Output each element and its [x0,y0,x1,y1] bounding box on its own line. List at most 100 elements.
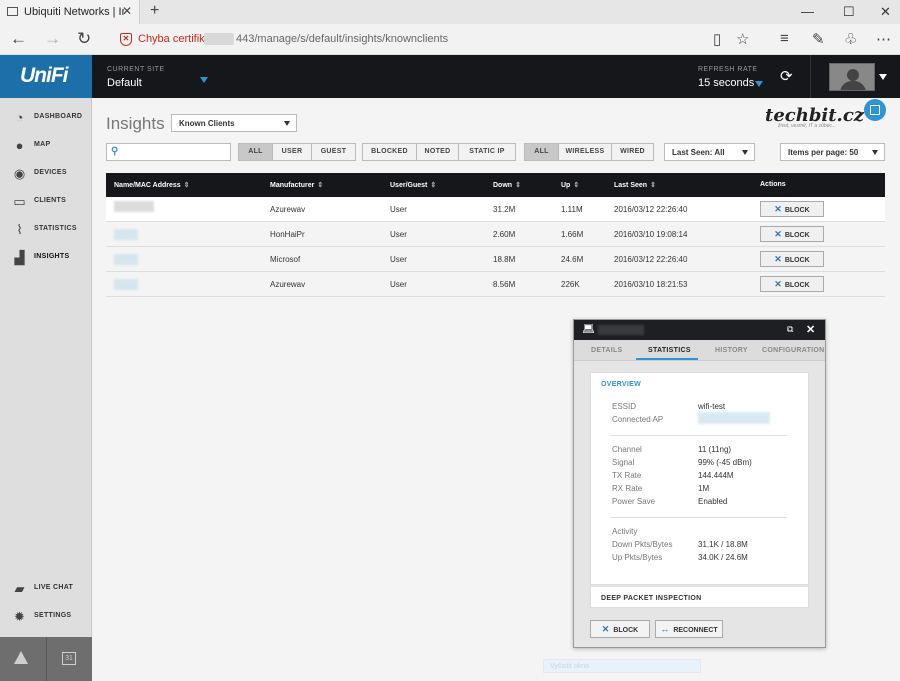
client-name-redacted [598,325,644,335]
alert-icon[interactable] [14,651,28,664]
hub-icon[interactable]: ≡ [780,30,789,47]
panel-header: 💻︎ ⧉ ✕ [574,320,825,340]
column-header-name[interactable]: Name/MAC Address ⇕ [114,181,190,189]
reload-icon[interactable]: ↻ [77,29,91,49]
tab-history[interactable]: HISTORY [715,347,748,354]
block-button[interactable]: ✕ BLOCK [760,251,824,267]
share-icon[interactable]: ♧ [844,30,857,48]
table-row[interactable]: Microsof User 18.8M 24.6M 2016/03/12 22:… [106,247,885,272]
close-icon: ✕ [774,204,782,214]
faded-notification: Vyčistit okno [543,659,701,673]
connected-ap-redacted[interactable] [698,412,770,424]
new-tab-icon[interactable]: + [150,2,159,20]
filter-noted[interactable]: NOTED [417,144,459,160]
favorite-star-icon[interactable]: ☆ [736,30,749,48]
devices-icon: ◉ [13,166,26,181]
filter-wired[interactable]: WIRED [612,144,653,160]
tab-close-icon[interactable]: ✕ [122,4,132,18]
forward-icon[interactable]: → [44,29,61,49]
calendar-icon[interactable]: 31 [62,652,76,665]
filter-type-user[interactable]: USER [273,144,312,160]
filter-wireless[interactable]: WIRELESS [559,144,612,160]
search-input[interactable]: ⚲ [106,143,231,161]
browser-tab[interactable]: Ubiquiti Networks | Insig ✕ [0,0,140,24]
column-header-user-guest[interactable]: User/Guest ⇕ [390,181,436,189]
down-pkts-value: 31.1K / 18.8M [698,540,748,549]
down-pkts-label: Down Pkts/Bytes [612,540,673,549]
signal-label: Signal [612,458,635,467]
items-per-page-select[interactable]: Items per page: 50 [780,143,885,161]
certificate-warning-icon[interactable]: ✕ [120,33,132,46]
sidebar-item-clients[interactable]: ▭ CLIENTS [0,189,92,215]
sidebar-item-dashboard[interactable]: ◔ DASHBOARD [0,105,92,131]
page-title: Insights [106,114,165,133]
user-menu-chevron-icon[interactable] [879,74,887,80]
minimize-icon[interactable]: — [801,4,814,19]
close-window-icon[interactable]: ✕ [880,4,891,20]
client-detail-panel: 💻︎ ⧉ ✕ DETAILS STATISTICS HISTORY CONFIG… [573,319,826,648]
filter-blocked[interactable]: BLOCKED [363,144,417,160]
sidebar-item-insights[interactable]: ▟ INSIGHTS [0,245,92,271]
filter-type-all[interactable]: ALL [239,144,273,160]
essid-value: wifi-test [698,402,726,411]
logo[interactable]: UniFi [0,55,92,98]
filter-connection-all[interactable]: ALL [525,144,559,160]
column-header-down[interactable]: Down ⇕ [493,181,521,189]
column-header-manufacturer[interactable]: Manufacturer ⇕ [270,181,323,189]
table-row[interactable]: Azurewav User 8.56M 226K 2016/03/10 18:2… [106,272,885,297]
brand-tagline: život, vesmír, IT a vůbec... [778,123,837,129]
more-icon[interactable]: ⋯ [876,30,891,48]
chevron-down-icon [872,150,878,155]
avatar[interactable] [829,63,875,91]
cell-last-seen: 2016/03/10 18:21:53 [614,280,688,289]
sidebar-item-live-chat[interactable]: ▰ LIVE CHAT [0,576,92,602]
last-seen-select[interactable]: Last Seen: All [664,143,755,161]
refresh-icon[interactable]: ⟳ [780,67,793,85]
web-note-icon[interactable]: ✎ [812,30,825,48]
close-icon[interactable]: ✕ [806,323,815,336]
cell-manufacturer: Azurewav [270,205,306,214]
view-select[interactable]: Known Clients [171,114,297,132]
sidebar-item-devices[interactable]: ◉ DEVICES [0,161,92,187]
back-icon[interactable]: ← [10,29,27,49]
reconnect-button[interactable]: ↔ RECONNECT [655,620,723,638]
table-row[interactable]: Azurewav User 31.2M 1.11M 2016/03/12 22:… [106,197,885,222]
filter-type-guest[interactable]: GUEST [312,144,355,160]
table-row[interactable]: HonHaiPr User 2.60M 1.66M 2016/03/10 19:… [106,222,885,247]
chevron-down-icon[interactable] [200,77,208,83]
sidebar-item-settings[interactable]: ✹ SETTINGS [0,604,92,630]
sidebar-footer: 31 [0,637,92,681]
tab-statistics[interactable]: STATISTICS [648,347,691,354]
current-site-select[interactable]: Default [107,77,142,89]
block-button[interactable]: ✕ BLOCK [760,276,824,292]
column-header-last-seen[interactable]: Last Seen ⇕ [614,181,656,189]
sidebar-item-statistics[interactable]: ⌇ STATISTICS [0,217,92,243]
up-pkts-value: 34.0K / 24.6M [698,553,748,562]
sidebar-item-label: STATISTICS [34,225,77,232]
expand-icon[interactable] [864,99,886,121]
overview-section: OVERVIEW ESSID wifi-test Connected AP Ch… [590,372,809,585]
sidebar-item-label: DASHBOARD [34,113,83,120]
deep-packet-inspection-section[interactable]: DEEP PACKET INSPECTION [590,586,809,608]
filter-static-ip[interactable]: STATIC IP [459,144,515,160]
channel-value: 11 (11ng) [698,445,732,454]
sidebar-item-label: INSIGHTS [34,253,70,260]
power-save-label: Power Save [612,497,656,506]
chevron-down-icon[interactable] [755,81,763,87]
sidebar: ◔ DASHBOARD ● MAP ◉ DEVICES ▭ CLIENTS ⌇ … [0,98,92,681]
close-icon: ✕ [601,624,610,634]
popout-icon[interactable]: ⧉ [787,324,793,335]
header-divider [810,55,811,98]
block-button[interactable]: ✕ BLOCK [590,620,650,638]
url-field[interactable]: 443/manage/s/default/insights/knownclien… [236,33,448,45]
tab-configuration[interactable]: CONFIGURATION [762,347,825,354]
tab-details[interactable]: DETAILS [591,347,623,354]
refresh-rate-select[interactable]: 15 seconds [698,77,754,89]
block-button[interactable]: ✕ BLOCK [760,201,824,217]
reading-view-icon[interactable]: ▯ [713,30,721,48]
sidebar-item-map[interactable]: ● MAP [0,133,92,159]
block-button[interactable]: ✕ BLOCK [760,226,824,242]
faded-notification-text: Vyčistit okno [550,663,590,670]
column-header-up[interactable]: Up ⇕ [561,181,579,189]
maximize-icon[interactable]: ☐ [843,4,855,20]
